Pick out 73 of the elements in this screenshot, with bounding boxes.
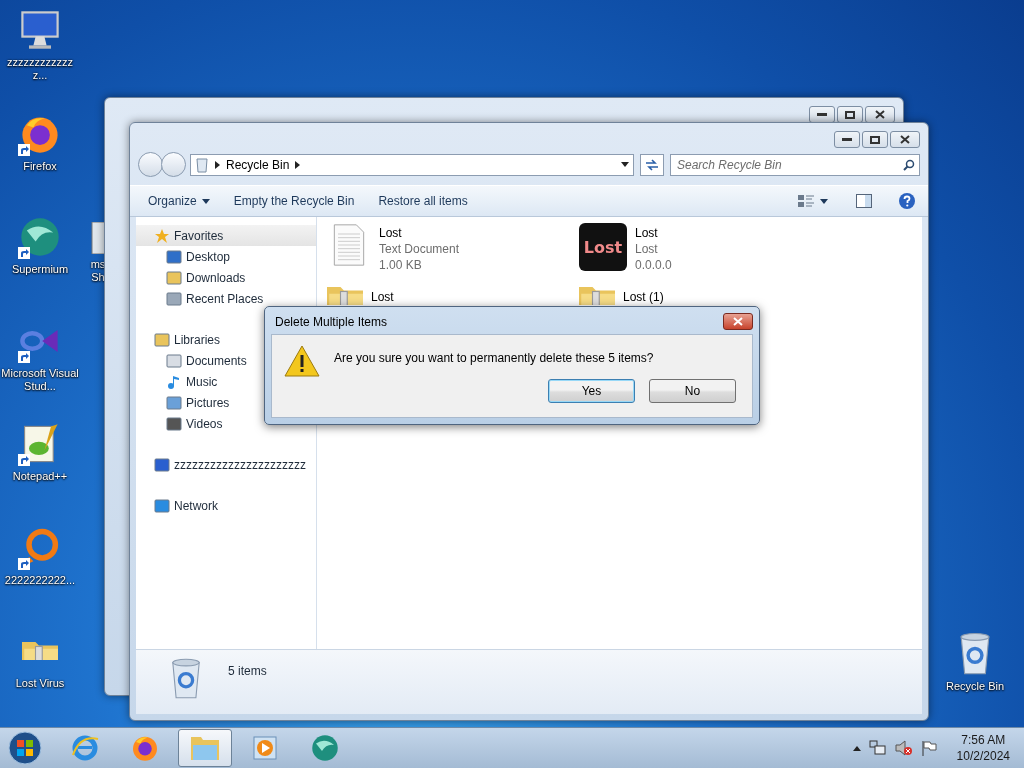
windows-logo-icon xyxy=(7,730,43,766)
minimize-icon xyxy=(817,112,827,117)
desktop-icon-label[interactable]: Recycle Bin xyxy=(945,680,1005,693)
close-button[interactable] xyxy=(890,131,920,148)
desktop-icon-label[interactable]: Firefox xyxy=(23,159,57,173)
search-field[interactable]: Search Recycle Bin xyxy=(670,153,920,176)
item-count: 5 items xyxy=(228,664,267,678)
toolbar-button[interactable]: Empty the Recycle Bin xyxy=(221,190,367,212)
browser-e-icon xyxy=(70,733,100,763)
refresh-button[interactable] xyxy=(640,153,664,176)
maximize-icon xyxy=(870,135,880,144)
file-name[interactable]: Lost (1) xyxy=(623,289,664,305)
file-name[interactable]: Lost xyxy=(635,225,672,241)
desktop-icon-label[interactable]: Microsoft Visual Stud... xyxy=(0,366,80,393)
dialog-message: Are you sure you want to permanently delete these 5 items? xyxy=(334,351,655,365)
clock-time[interactable]: 7:56 AM xyxy=(961,732,1006,748)
file-detail: 1.00 KB xyxy=(379,257,423,273)
desktop-icon-label[interactable]: Supermium xyxy=(11,263,69,276)
desktop-icon-label[interactable]: zzzzzzzzzzzzz... xyxy=(0,56,80,82)
play-icon xyxy=(251,734,279,762)
minimize-button[interactable] xyxy=(834,131,860,148)
dialog-button[interactable]: Yes xyxy=(548,379,635,403)
warning-icon xyxy=(284,345,320,377)
dialog-button[interactable]: No xyxy=(649,379,736,403)
toolbar-button[interactable]: Restore all items xyxy=(366,190,480,212)
nav-item[interactable]: Downloads xyxy=(136,267,316,288)
maximize-button[interactable] xyxy=(862,131,888,148)
music-note-icon xyxy=(166,373,182,390)
file-name[interactable]: Lost xyxy=(379,225,460,241)
clock-date[interactable]: 10/2/2024 xyxy=(956,748,1010,764)
toolbar-button[interactable]: Organize xyxy=(136,190,222,212)
recycle-bin-icon xyxy=(195,156,209,173)
pane-icon xyxy=(856,194,872,208)
close-button[interactable] xyxy=(723,313,753,330)
desktop-icon-label[interactable]: Notepad++ xyxy=(12,470,68,483)
chevron-right-icon xyxy=(295,160,301,169)
view-list-icon xyxy=(798,194,816,208)
nav-item[interactable]: Recent Places xyxy=(136,288,316,309)
minimize-icon xyxy=(842,137,852,142)
file-detail: Text Document xyxy=(379,241,460,257)
desktop-icon-label[interactable]: ms Sh xyxy=(88,258,108,284)
nav-item[interactable]: Desktop xyxy=(136,246,316,267)
maximize-icon xyxy=(845,110,855,119)
supermium-icon xyxy=(310,733,340,763)
close-icon xyxy=(900,135,910,144)
taskbar-button[interactable] xyxy=(178,729,232,767)
dropdown-caret-icon xyxy=(621,162,629,167)
supermium-icon xyxy=(18,215,62,259)
flag-icon[interactable] xyxy=(920,740,937,756)
thumbnail-text: Lost xyxy=(583,237,623,257)
nav-item[interactable]: zzzzzzzzzzzzzzzzzzzzzz xyxy=(136,454,316,475)
muted-volume-icon[interactable] xyxy=(894,740,913,756)
search-input[interactable]: Search Recycle Bin xyxy=(675,156,903,173)
nav-item[interactable]: Network xyxy=(136,495,316,516)
refresh-icon xyxy=(645,158,659,171)
chevron-right-icon xyxy=(215,160,220,169)
chevron-up-icon[interactable] xyxy=(852,745,861,751)
nav-item[interactable]: Favorites xyxy=(136,225,316,246)
close-icon xyxy=(733,317,743,326)
help-icon xyxy=(898,192,916,210)
desktop-icon-label[interactable]: 2222222222... xyxy=(4,573,76,587)
star-icon xyxy=(154,227,170,244)
caret-icon xyxy=(201,198,210,204)
file-detail: Lost xyxy=(635,241,659,257)
address-bar[interactable]: Recycle Bin xyxy=(190,153,634,176)
breadcrumb-text[interactable]: Recycle Bin xyxy=(226,157,290,172)
dialog-title: Delete Multiple Items xyxy=(275,314,388,329)
search-icon xyxy=(903,158,915,171)
file-name[interactable]: Lost xyxy=(371,289,394,305)
desktop-icon-label[interactable]: Lost Virus xyxy=(15,677,65,690)
caret-icon xyxy=(820,198,828,204)
file-detail: 0.0.0.0 xyxy=(635,257,672,273)
close-icon xyxy=(875,110,885,119)
